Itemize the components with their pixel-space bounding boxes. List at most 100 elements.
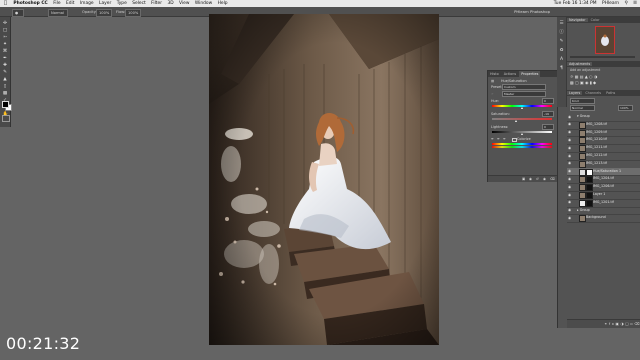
saturation-field[interactable]: -19 (542, 111, 554, 117)
color-swatches[interactable] (2, 101, 12, 111)
trash-icon[interactable]: ⌫ (550, 177, 555, 181)
canvas-photo[interactable] (209, 14, 439, 345)
flow-field[interactable]: 100% (125, 8, 141, 17)
visibility-eye-icon[interactable]: ◉ (568, 161, 572, 165)
menu-3d[interactable]: 3D (167, 0, 173, 7)
view-previous-icon[interactable]: ◉ (529, 177, 532, 181)
eyedropper-minus-icon[interactable]: ✒ (503, 137, 506, 141)
targeted-adjust-icon[interactable]: ☞ (491, 92, 494, 96)
eyedropper-plus-icon[interactable]: ✒ (497, 137, 500, 141)
marquee-tool-icon[interactable]: □ (3, 28, 8, 33)
blend-mode-select[interactable]: Normal (570, 105, 595, 111)
adjustment-icons-row2[interactable]: ▩▢▣◉▮◆ (570, 80, 597, 85)
search-icon[interactable]: ⚲ (624, 1, 627, 6)
colorize-checkbox[interactable] (512, 137, 517, 142)
menu-app[interactable]: Photoshop CC (13, 0, 47, 7)
visibility-eye-icon[interactable]: ◉ (568, 177, 572, 181)
visibility-eye-icon[interactable]: ◉ (568, 216, 572, 220)
menu-window[interactable]: Window (195, 0, 212, 7)
menubar-status: Tue Feb 16 1:34 PM PHlearn ⚲ ☰ (550, 0, 637, 7)
reset-icon[interactable]: ↺ (536, 177, 539, 181)
adjustments-subtitle: Add an adjustment (570, 68, 601, 72)
lightness-slider-knob[interactable] (520, 133, 523, 135)
layer-name: ▾ Group (577, 114, 590, 118)
healing-tool-icon[interactable]: ✚ (3, 63, 8, 68)
foreground-color-swatch[interactable] (2, 101, 9, 108)
tab-navigator[interactable]: Navigator (567, 18, 588, 22)
hue-slider-knob[interactable] (520, 107, 523, 109)
info-icon[interactable]: ⓘ (559, 30, 565, 36)
menu-filter[interactable]: Filter (151, 0, 162, 7)
colorize-label: Colorize (517, 137, 531, 141)
visibility-eye-icon[interactable]: ◉ (568, 208, 572, 212)
tab-actions[interactable]: Actions (502, 71, 518, 77)
layer-name: Layer 1 (593, 192, 606, 196)
delete-layer-icon[interactable]: ⌫ (634, 322, 640, 326)
menu-select[interactable]: Select (132, 0, 146, 7)
hue-field[interactable]: 0 (542, 98, 554, 104)
crop-tool-icon[interactable]: ⌘ (3, 49, 8, 54)
lightness-field[interactable]: 0 (542, 124, 554, 130)
tab-color[interactable]: Color (589, 18, 602, 22)
eraser-tool-icon[interactable]: ▯ (3, 84, 8, 89)
menu-edit[interactable]: Edit (66, 0, 75, 7)
visibility-eye-icon[interactable]: ◉ (568, 146, 572, 150)
layer-opacity-field[interactable]: 100% (618, 105, 633, 111)
saturation-slider-knob[interactable] (514, 120, 517, 122)
tab-channels[interactable]: Channels (583, 91, 603, 95)
visibility-eye-icon[interactable]: ◉ (568, 138, 572, 142)
visibility-eye-icon[interactable]: ◉ (568, 122, 572, 126)
mode-select[interactable]: Normal (48, 8, 68, 17)
character-icon[interactable]: A (559, 57, 565, 63)
menu-list-icon[interactable]: ☰ (633, 1, 637, 6)
navigator-zoom-slider[interactable] (570, 56, 635, 58)
adjustment-icons-row1[interactable]: ☼▦▤▲○◑ (570, 74, 598, 79)
user-name[interactable]: PHlearn (602, 1, 619, 6)
move-tool-icon[interactable]: ✣ (3, 21, 8, 26)
clip-to-layer-icon[interactable]: ▣ (522, 177, 525, 181)
layers-footer: ⚭fx▣◑□▫⌫ (567, 319, 640, 328)
menu-view[interactable]: View (179, 0, 189, 7)
menu-layer[interactable]: Layer (99, 0, 111, 7)
quick-select-tool-icon[interactable]: ✦ (3, 42, 8, 47)
quick-mask-icon[interactable] (2, 115, 10, 122)
gradient-tool-icon[interactable]: ▩ (3, 91, 8, 96)
channel-select[interactable]: Master (502, 91, 546, 97)
brush-settings-icon[interactable]: ✎ (559, 39, 565, 45)
tab-layers[interactable]: Layers (567, 91, 583, 95)
visibility-eye-icon[interactable]: ◉ (568, 130, 572, 134)
layer-row[interactable]: ◉ Background (567, 214, 640, 224)
menu-file[interactable]: File (53, 0, 60, 7)
eyedropper-tool-icon[interactable]: ✒ (3, 56, 8, 61)
clone-stamp-tool-icon[interactable]: ▲ (3, 77, 8, 82)
visibility-eye-icon[interactable]: ◉ (568, 185, 572, 189)
visibility-eye-icon[interactable]: ◉ (568, 115, 572, 119)
visibility-eye-icon[interactable]: ◉ (568, 169, 572, 173)
saturation-slider[interactable] (492, 118, 552, 120)
fx-icon[interactable]: fx (609, 322, 616, 326)
brush-preset-icon[interactable]: ● (12, 8, 24, 17)
menu-type[interactable]: Type (117, 0, 127, 7)
tab-histogram[interactable]: Histo (488, 71, 501, 77)
paragraph-icon[interactable]: ¶ (559, 66, 565, 72)
apple-menu-icon[interactable]:  (4, 0, 7, 7)
preset-select[interactable]: Custom (502, 84, 546, 90)
adjustments-title[interactable]: Adjustments (567, 62, 593, 66)
menu-help[interactable]: Help (218, 0, 228, 7)
visibility-icon[interactable]: ◉ (543, 177, 546, 181)
visibility-eye-icon[interactable]: ◉ (568, 154, 572, 158)
history-icon[interactable]: ☰ (559, 21, 565, 27)
visibility-eye-icon[interactable]: ◉ (568, 200, 572, 204)
visibility-eye-icon[interactable]: ◉ (568, 193, 572, 197)
lasso-tool-icon[interactable]: ➳ (3, 35, 8, 40)
brush-tool-icon[interactable]: ✎ (3, 70, 8, 75)
clone-source-icon[interactable]: ♻ (559, 48, 565, 54)
tab-paths[interactable]: Paths (604, 91, 617, 95)
photo-artwork (209, 14, 439, 345)
tab-properties[interactable]: Properties (519, 71, 541, 77)
eyedropper-icon[interactable]: ✒ (491, 137, 494, 141)
opacity-field[interactable]: 100% (96, 8, 112, 17)
navigator-thumbnail[interactable] (595, 26, 615, 54)
menu-image[interactable]: Image (80, 0, 94, 7)
layer-filter-kind[interactable]: Kind (570, 98, 595, 104)
